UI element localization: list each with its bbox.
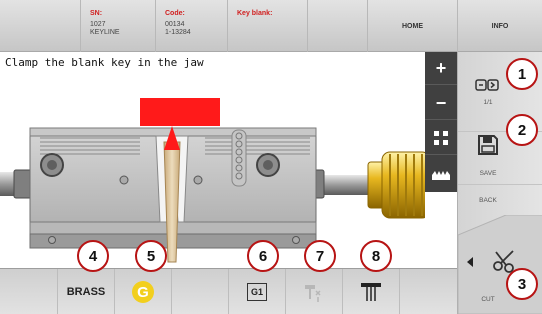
scissors-icon (493, 250, 514, 273)
minus-icon: − (435, 92, 447, 113)
sn-cell: SN: 1027 KEYLINE (80, 0, 155, 52)
code-value: 00134 (165, 21, 185, 28)
bottom-slot-empty-2 (171, 269, 228, 314)
callout-1: 1 (506, 58, 538, 90)
g-badge-icon: G (132, 281, 154, 303)
save-label: SAVE (479, 170, 497, 177)
tracer-icon (305, 285, 321, 302)
bottom-slot-empty (0, 269, 57, 314)
bottom-bar: BRASS G G1 (0, 268, 457, 314)
pages-icon (475, 79, 499, 91)
depth-scale (231, 129, 247, 187)
callout-7: 7 (304, 240, 336, 272)
small-screw (119, 175, 129, 185)
code-value-2: 1-13284 (165, 29, 191, 36)
depth-button[interactable] (342, 269, 399, 314)
callout-2: 2 (506, 114, 538, 146)
callout-5: 5 (135, 240, 167, 272)
key-blank-cell: Key blank: (227, 0, 307, 52)
top-bar: SN: 1027 KEYLINE Code: 00134 1-13284 Key… (0, 0, 542, 52)
key-blank-label: Key blank: (237, 10, 273, 17)
plus-icon: + (435, 57, 447, 78)
left-nut (13, 169, 33, 199)
small-screw (193, 175, 203, 185)
zoom-out-button[interactable]: − (425, 87, 457, 120)
material-button[interactable]: BRASS (57, 269, 114, 314)
info-button[interactable]: INFO (457, 0, 542, 52)
save-icon (478, 135, 498, 155)
fit-button[interactable] (425, 122, 457, 155)
code-label: Code: (165, 10, 185, 17)
callout-3: 3 (506, 268, 538, 300)
back-arrow-icon (467, 257, 473, 267)
profile-icon (432, 170, 450, 180)
instruction-text: Clamp the blank key in the jaw (5, 56, 204, 69)
empty-cell (307, 0, 367, 52)
callout-6: 6 (247, 240, 279, 272)
tracer-button[interactable] (285, 269, 342, 314)
cutter-depth-icon (361, 283, 381, 301)
code-cell: Code: 00134 1-13284 (155, 0, 227, 52)
zoom-toolbar: + − (425, 52, 457, 192)
back-button[interactable]: BACK (458, 185, 542, 215)
cut-label: CUT (481, 296, 495, 303)
key-blank-head (140, 98, 220, 126)
home-button[interactable]: HOME (367, 0, 457, 52)
g1-icon: G1 (247, 283, 267, 301)
profile-view-button[interactable] (425, 157, 457, 190)
sn-value: 1027 (90, 21, 106, 28)
bottom-slot-empty-3 (399, 269, 457, 314)
back-label: BACK (479, 197, 497, 204)
small-screw (292, 236, 300, 244)
sn-value-2: KEYLINE (90, 29, 120, 36)
logo-area (0, 0, 80, 52)
page-indicator: 1/1 (483, 99, 493, 106)
clamp-knob (381, 151, 431, 219)
small-screw (48, 236, 56, 244)
clamp-illustration (0, 72, 431, 268)
zoom-in-button[interactable]: + (425, 52, 457, 85)
sn-label: SN: (90, 10, 103, 17)
fullscreen-icon (434, 131, 448, 145)
cut-button[interactable]: CUT (458, 215, 542, 314)
g-mode-button[interactable]: G (114, 269, 171, 314)
callout-8: 8 (360, 240, 392, 272)
g1-button[interactable]: G1 (228, 269, 285, 314)
callout-4: 4 (77, 240, 109, 272)
material-label: BRASS (66, 286, 106, 298)
